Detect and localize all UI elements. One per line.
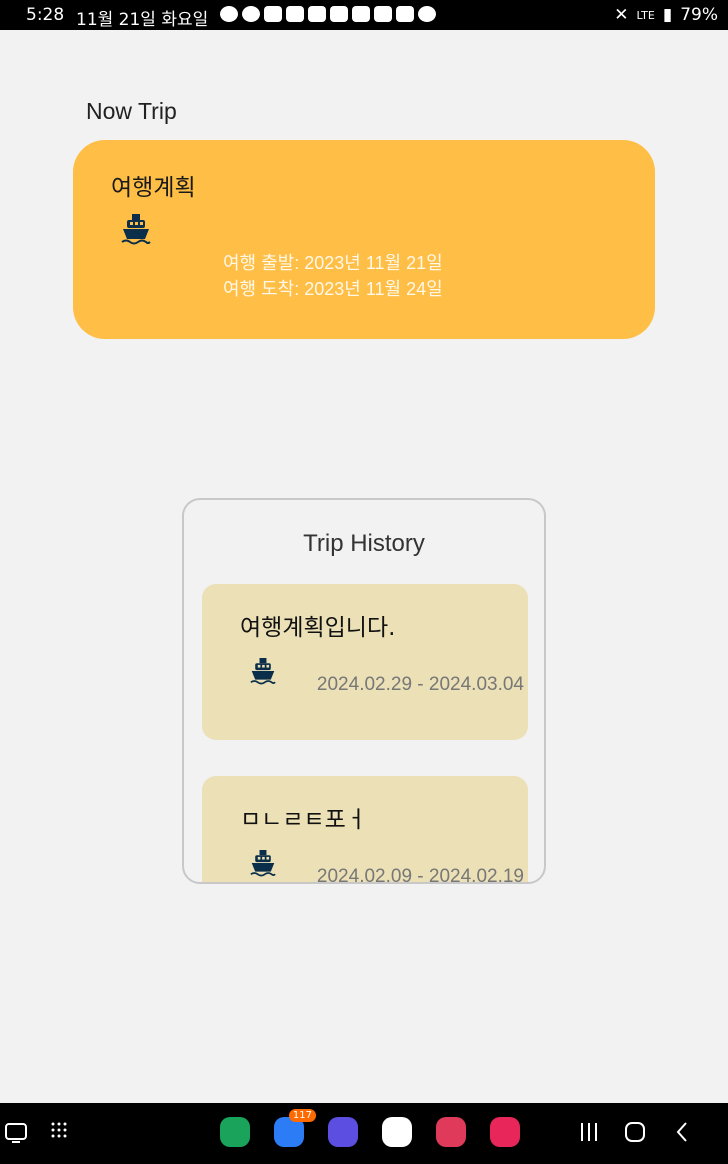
app-icon bbox=[418, 6, 436, 22]
status-date: 11월 21일 화요일 bbox=[76, 10, 209, 30]
ship-icon bbox=[250, 848, 276, 882]
home-button-icon[interactable] bbox=[624, 1121, 646, 1147]
camera-icon[interactable] bbox=[436, 1117, 466, 1147]
trip-history-panel[interactable]: Trip History 여행계획입니다. 2024.02.29 - 2024.… bbox=[182, 498, 546, 884]
kakaotalk-icon[interactable] bbox=[220, 1117, 250, 1147]
youtube-icon bbox=[330, 6, 348, 22]
youtube-icon bbox=[396, 6, 414, 22]
trip-item-dates: 2024.02.09 - 2024.02.19 bbox=[316, 866, 524, 884]
recents-button-icon[interactable] bbox=[578, 1121, 600, 1147]
now-trip-title: 여행계획 bbox=[111, 175, 196, 201]
youtube-icon bbox=[308, 6, 326, 22]
departure-date: 여행 출발: 2023년 11월 21일 bbox=[223, 253, 443, 273]
trip-history-heading: Trip History bbox=[303, 530, 425, 557]
status-right: ✕ LTE ▮ 79% bbox=[614, 5, 718, 25]
ship-icon bbox=[250, 656, 276, 690]
youtube-icon bbox=[264, 6, 282, 22]
notification-icons bbox=[220, 6, 436, 22]
talk-icon bbox=[220, 6, 238, 22]
ship-icon bbox=[121, 212, 151, 250]
now-trip-card[interactable]: 여행계획 여행 출발: 2023년 11월 21일 여행 도착: 2023년 1… bbox=[73, 140, 655, 339]
youtube-icon bbox=[286, 6, 304, 22]
internet-icon[interactable] bbox=[328, 1117, 358, 1147]
trip-item-title: 여행계획입니다. bbox=[240, 615, 396, 641]
youtube-icon bbox=[352, 6, 370, 22]
youtube-icon bbox=[374, 6, 392, 22]
trip-history-item[interactable]: 여행계획입니다. 2024.02.29 - 2024.03.04 bbox=[202, 584, 528, 740]
battery-level: 79% bbox=[680, 5, 718, 25]
now-trip-heading: Now Trip bbox=[86, 98, 177, 124]
app-drawer-icon[interactable] bbox=[50, 1121, 68, 1143]
messages-icon[interactable]: 117 bbox=[274, 1109, 316, 1147]
mute-icon: ✕ bbox=[614, 5, 629, 25]
chat-icon bbox=[242, 6, 260, 22]
gallery-icon[interactable] bbox=[490, 1117, 520, 1147]
messages-badge: 117 bbox=[288, 1109, 316, 1122]
recent-screen-icon[interactable] bbox=[4, 1121, 28, 1149]
signal-icon: ▮ bbox=[662, 5, 673, 25]
system-nav-bar: 117 bbox=[0, 1103, 728, 1164]
trip-item-dates: 2024.02.29 - 2024.03.04 bbox=[316, 674, 524, 695]
status-bar: 5:28 11월 21일 화요일 ✕ LTE ▮ 79% bbox=[0, 0, 728, 30]
back-button-icon[interactable] bbox=[672, 1121, 694, 1147]
trip-item-title: ㅁㄴㄹㅌ포ㅓ bbox=[240, 807, 367, 833]
status-time: 5:28 bbox=[26, 5, 65, 25]
play-store-icon[interactable] bbox=[382, 1117, 412, 1147]
arrival-date: 여행 도착: 2023년 11월 24일 bbox=[223, 279, 443, 299]
trip-history-item[interactable]: ㅁㄴㄹㅌ포ㅓ 2024.02.09 - 2024.02.19 bbox=[202, 776, 528, 884]
network-label: LTE bbox=[636, 8, 655, 22]
now-trip-dates: 여행 출발: 2023년 11월 21일 여행 도착: 2023년 11월 24… bbox=[223, 250, 443, 302]
